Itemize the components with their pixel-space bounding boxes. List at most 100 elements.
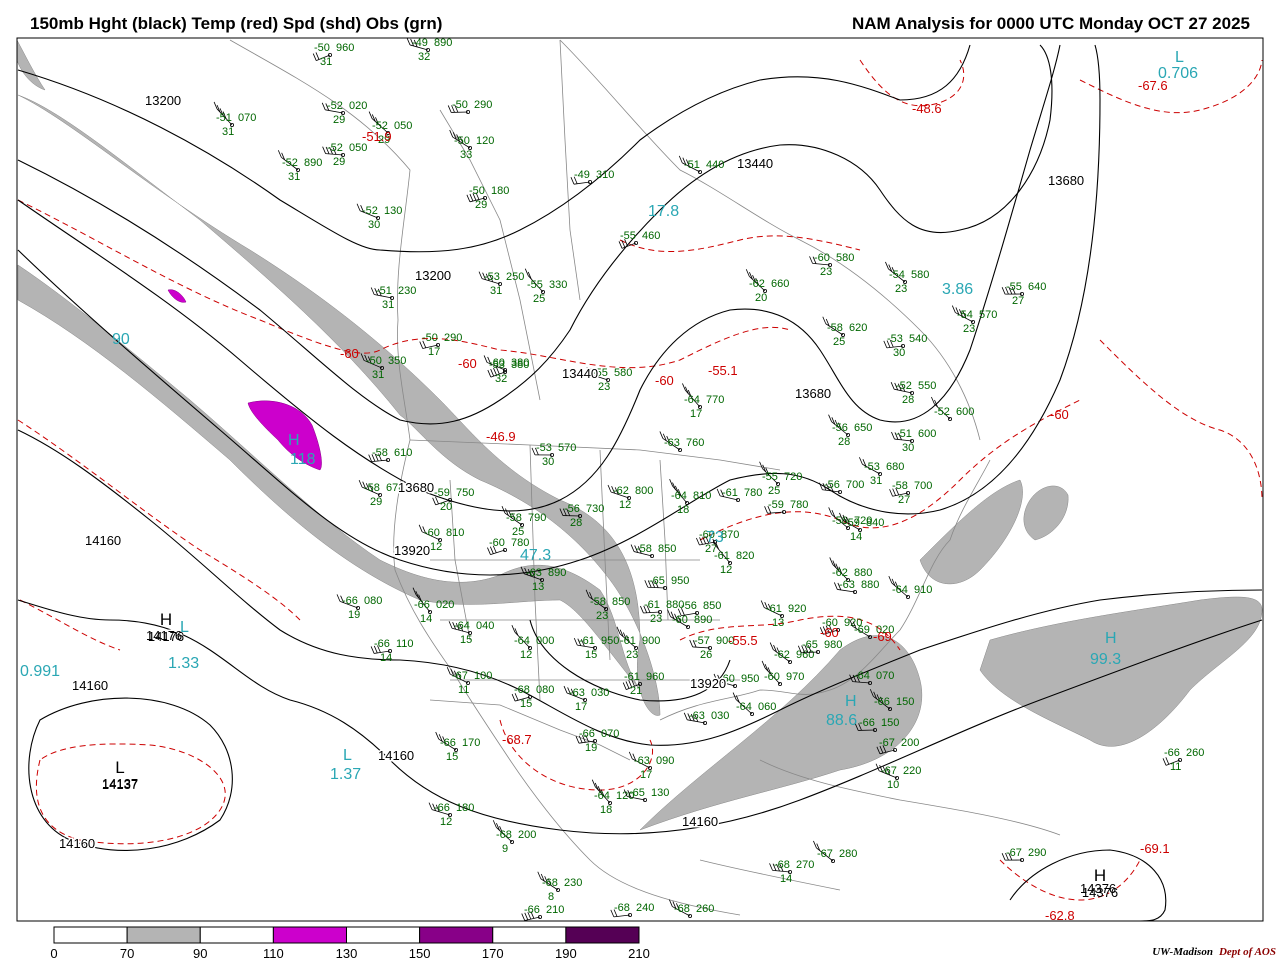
station-obs: -58 850 bbox=[630, 543, 676, 559]
speed-label: L bbox=[343, 747, 352, 764]
station-obs: -66 170 15 bbox=[435, 731, 480, 763]
obs-temp: -66 bbox=[524, 904, 540, 916]
obs-height: 620 bbox=[849, 322, 867, 334]
temperature-label: -69.1 bbox=[1140, 841, 1170, 856]
station-obs: -63 030 bbox=[683, 710, 729, 726]
temperature-label: -60 bbox=[820, 625, 839, 640]
obs-height: 460 bbox=[642, 230, 660, 242]
legend-tick: 70 bbox=[120, 946, 134, 960]
station-obs: -55 720 25 bbox=[759, 461, 802, 497]
obs-temp: -66 bbox=[414, 599, 430, 611]
legend-tick: 130 bbox=[336, 946, 358, 960]
jet-band bbox=[17, 94, 661, 716]
obs-temp: -66 bbox=[579, 728, 595, 740]
speed-label: 3.86 bbox=[942, 281, 973, 298]
obs-dewpoint-depression: 31 bbox=[870, 475, 882, 487]
legend-tick: 190 bbox=[555, 946, 577, 960]
obs-height: 130 bbox=[384, 205, 402, 217]
obs-temp: -52 bbox=[282, 157, 298, 169]
legend-tick: 110 bbox=[263, 946, 284, 960]
obs-height: 850 bbox=[703, 600, 721, 612]
obs-height: 150 bbox=[881, 717, 899, 729]
obs-height: 780 bbox=[790, 499, 808, 511]
obs-height: 850 bbox=[658, 543, 676, 555]
obs-height: 600 bbox=[918, 428, 936, 440]
speed-label: H bbox=[1105, 630, 1117, 647]
obs-temp: -60 bbox=[814, 252, 830, 264]
obs-temp: -49 bbox=[412, 37, 428, 49]
height-label: 14160 bbox=[59, 836, 95, 851]
station-obs: -51 230 31 bbox=[370, 285, 416, 311]
wind-barb-flag bbox=[760, 600, 765, 608]
obs-height: 820 bbox=[736, 550, 754, 562]
obs-temp: -59 bbox=[768, 499, 784, 511]
obs-height: 810 bbox=[693, 490, 711, 502]
obs-height: 380 bbox=[511, 357, 529, 369]
obs-height: 280 bbox=[839, 848, 857, 860]
obs-dewpoint-depression: 27 bbox=[1012, 295, 1024, 307]
obs-dewpoint-depression: 30 bbox=[368, 219, 380, 231]
station-obs: -63 880 bbox=[833, 579, 879, 595]
height-label: 14160 bbox=[72, 678, 108, 693]
obs-dewpoint-depression: 29 bbox=[370, 496, 382, 508]
wind-barb-flag bbox=[487, 369, 492, 378]
obs-temp: -50 bbox=[422, 332, 438, 344]
legend-bin bbox=[565, 926, 640, 944]
obs-temp: -50 bbox=[452, 99, 468, 111]
obs-height: 580 bbox=[614, 367, 632, 379]
obs-height: 120 bbox=[476, 135, 494, 147]
station-obs: -68 230 8 bbox=[537, 871, 582, 903]
speed-label: 47.3 bbox=[520, 547, 551, 564]
obs-height: 330 bbox=[549, 279, 567, 291]
obs-height: 170 bbox=[462, 737, 480, 749]
obs-temp: -60 bbox=[672, 614, 688, 626]
obs-temp: -69 bbox=[854, 624, 870, 636]
obs-dewpoint-depression: 23 bbox=[650, 613, 662, 625]
obs-temp: -61 bbox=[624, 671, 640, 683]
obs-height: 030 bbox=[591, 687, 609, 699]
isotherm bbox=[999, 859, 1141, 901]
obs-dewpoint-depression: 23 bbox=[596, 610, 608, 622]
station-obs: -52 890 31 bbox=[277, 150, 322, 183]
jet-band bbox=[1023, 485, 1069, 541]
obs-temp: -65 bbox=[802, 639, 818, 651]
isotherm bbox=[499, 719, 653, 791]
coastlines-borders bbox=[229, 39, 1061, 916]
legend-bin bbox=[126, 926, 201, 944]
wind-barb-flag bbox=[322, 146, 326, 154]
obs-temp: -63 bbox=[839, 579, 855, 591]
obs-temp: -64 bbox=[892, 584, 908, 596]
obs-temp: -58 bbox=[636, 543, 652, 555]
obs-dewpoint-depression: 17 bbox=[690, 408, 702, 420]
isotherm bbox=[17, 419, 301, 621]
station-obs: -58 700 27 bbox=[889, 480, 932, 506]
credit-org: UW-Madison bbox=[1152, 946, 1213, 958]
height-label: 13680 bbox=[795, 386, 831, 401]
legend-bin bbox=[272, 926, 347, 944]
legend-tick: 0 bbox=[50, 946, 57, 960]
jet-band bbox=[639, 635, 923, 831]
height-contour bbox=[28, 697, 233, 851]
obs-temp: -62 bbox=[832, 567, 848, 579]
obs-height: 000 bbox=[536, 635, 554, 647]
wind-barb-flag bbox=[1001, 852, 1006, 861]
obs-temp: -67 bbox=[1006, 847, 1022, 859]
wind-barb-flag bbox=[524, 268, 529, 276]
obs-height: 980 bbox=[824, 639, 842, 651]
obs-dewpoint-depression: 26 bbox=[700, 649, 712, 661]
isotherm bbox=[35, 743, 226, 845]
obs-height: 130 bbox=[651, 787, 669, 799]
obs-height: 020 bbox=[349, 100, 367, 112]
obs-temp: -64 bbox=[684, 394, 700, 406]
isotherm bbox=[1099, 339, 1263, 501]
obs-temp: -51 bbox=[376, 285, 392, 297]
obs-height: 290 bbox=[444, 332, 462, 344]
obs-dewpoint-depression: 20 bbox=[440, 501, 452, 513]
legend-bin bbox=[419, 926, 494, 944]
obs-dewpoint-depression: 11 bbox=[1170, 761, 1181, 773]
wind-speed-shading bbox=[17, 39, 1263, 831]
station-obs: -53 540 30 bbox=[883, 333, 927, 359]
obs-temp: -64 bbox=[736, 701, 752, 713]
legend-tick: 170 bbox=[482, 946, 504, 960]
station-obs: -62 800 12 bbox=[607, 484, 653, 511]
